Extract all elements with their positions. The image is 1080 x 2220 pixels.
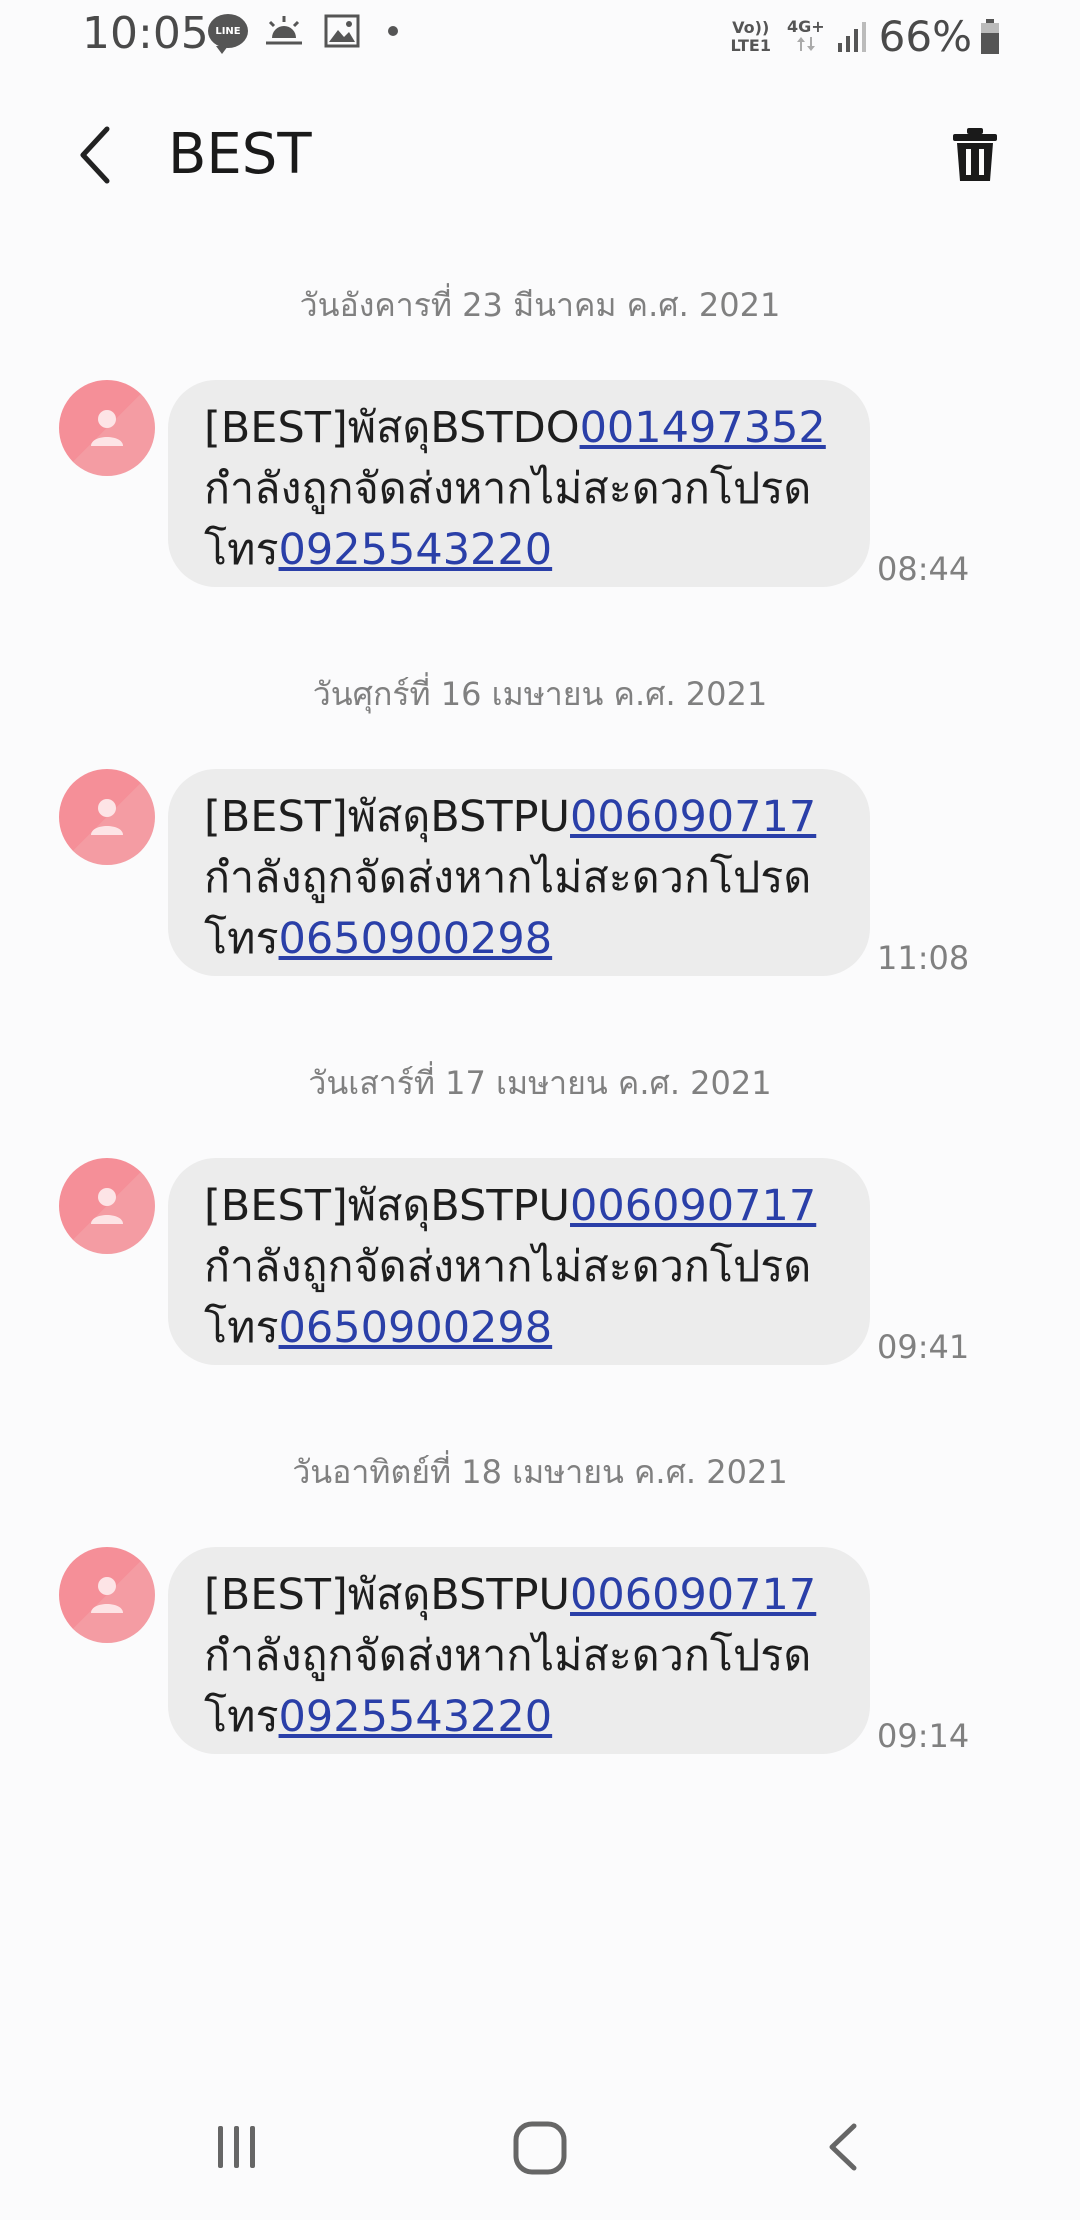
message-text: กำลังถูกจัดส่งหากไม่สะดวกโปรด [204,853,812,903]
message-text: [BEST]พัสดุBSTDO [204,403,580,453]
tracking-link[interactable]: 006090717 [570,1181,816,1231]
conversation-header: BEST [0,90,1080,220]
navigation-bar [0,2100,1080,2200]
phone-link[interactable]: 0650900298 [279,1303,553,1353]
signal-icon [837,21,866,52]
message-bubble[interactable]: [BEST]พัสดุBSTPU006090717 กำลังถูกจัดส่ง… [168,769,870,976]
avatar[interactable] [59,380,155,476]
date-separator: วันอาทิตย์ที่ 18 เมษายน ค.ศ. 2021 [292,1453,788,1491]
message-text: โทร [204,1692,279,1742]
phone-link[interactable]: 0650900298 [279,914,553,964]
message-group: วันอังคารที่ 23 มีนาคม ค.ศ. 2021 [BEST]พ… [0,280,1080,669]
message-group: วันอาทิตย์ที่ 18 เมษายน ค.ศ. 2021 [BEST]… [0,1447,1080,1836]
back-icon[interactable] [818,2122,868,2172]
message-group: วันศุกร์ที่ 16 เมษายน ค.ศ. 2021 [BEST]พั… [0,669,1080,1058]
data-arrows-icon [796,36,815,51]
home-icon[interactable] [512,2120,568,2176]
message-text: โทร [204,914,279,964]
network-type: 4G+ [786,16,825,36]
more-notifications-icon [388,26,398,36]
person-icon [91,410,123,446]
line-app-icon: LINE [208,14,248,54]
volte-top: Vo)) [732,17,770,37]
notification-icons: LINE [208,14,398,54]
message-text: [BEST]พัสดุBSTPU [204,792,571,842]
message-bubble[interactable]: [BEST]พัสดุBSTPU006090717 กำลังถูกจัดส่ง… [168,1547,870,1754]
message-text: โทร [204,1303,279,1353]
volte-bottom: LTE1 [730,35,771,55]
avatar[interactable] [59,769,155,865]
battery-icon [981,18,999,54]
status-time: 10:05 [82,8,209,59]
tracking-link[interactable]: 006090717 [570,1570,816,1620]
back-button[interactable] [60,120,130,190]
trash-icon [953,128,997,181]
message-text: โทร [204,525,279,575]
message-time: 09:41 [877,1328,970,1366]
date-separator: วันเสาร์ที่ 17 เมษายน ค.ศ. 2021 [308,1064,772,1102]
message-text: กำลังถูกจัดส่งหากไม่สะดวกโปรด [204,1631,812,1681]
message-time: 09:14 [877,1717,970,1755]
battery-percent: 66% [878,12,972,61]
message-bubble[interactable]: [BEST]พัสดุBSTDO001497352 กำลังถูกจัดส่ง… [168,380,870,587]
conversation-title: BEST [168,122,312,187]
recents-icon[interactable] [212,2122,262,2172]
status-bar: 10:05 LINE Vo)) LTE1 4G+ 66% [0,0,1080,72]
delete-button[interactable] [940,120,1010,190]
date-separator: วันศุกร์ที่ 16 เมษายน ค.ศ. 2021 [312,675,768,713]
phone-link[interactable]: 0925543220 [279,1692,553,1742]
phone-link[interactable]: 0925543220 [279,525,553,575]
tracking-link[interactable]: 001497352 [580,403,826,453]
message-text: [BEST]พัสดุBSTPU [204,1570,571,1620]
person-icon [91,1188,123,1224]
message-time: 08:44 [877,550,970,588]
message-text: กำลังถูกจัดส่งหากไม่สะดวกโปรด [204,1242,812,1292]
message-list[interactable]: วันอังคารที่ 23 มีนาคม ค.ศ. 2021 [BEST]พ… [0,280,1080,1836]
message-text: กำลังถูกจัดส่งหากไม่สะดวกโปรด [204,464,812,514]
weather-icon [266,16,302,45]
person-icon [91,1577,123,1613]
message-bubble[interactable]: [BEST]พัสดุBSTPU006090717 กำลังถูกจัดส่ง… [168,1158,870,1365]
date-separator: วันอังคารที่ 23 มีนาคม ค.ศ. 2021 [299,286,781,324]
gallery-icon [324,14,360,48]
avatar[interactable] [59,1158,155,1254]
chevron-left-icon [80,126,110,184]
volte-indicator: Vo)) LTE1 [730,17,771,55]
message-group: วันเสาร์ที่ 17 เมษายน ค.ศ. 2021 [BEST]พั… [0,1058,1080,1447]
messages-screen: 10:05 LINE Vo)) LTE1 4G+ 66% BEST วันอัง… [0,0,1080,2220]
message-time: 11:08 [877,939,970,977]
network-indicator: 4G+ [786,16,825,56]
person-icon [91,799,123,835]
tracking-link[interactable]: 006090717 [570,792,816,842]
message-text: [BEST]พัสดุBSTPU [204,1181,571,1231]
status-right: Vo)) LTE1 4G+ 66% [730,12,1000,61]
line-app-label: LINE [215,25,241,37]
avatar[interactable] [59,1547,155,1643]
